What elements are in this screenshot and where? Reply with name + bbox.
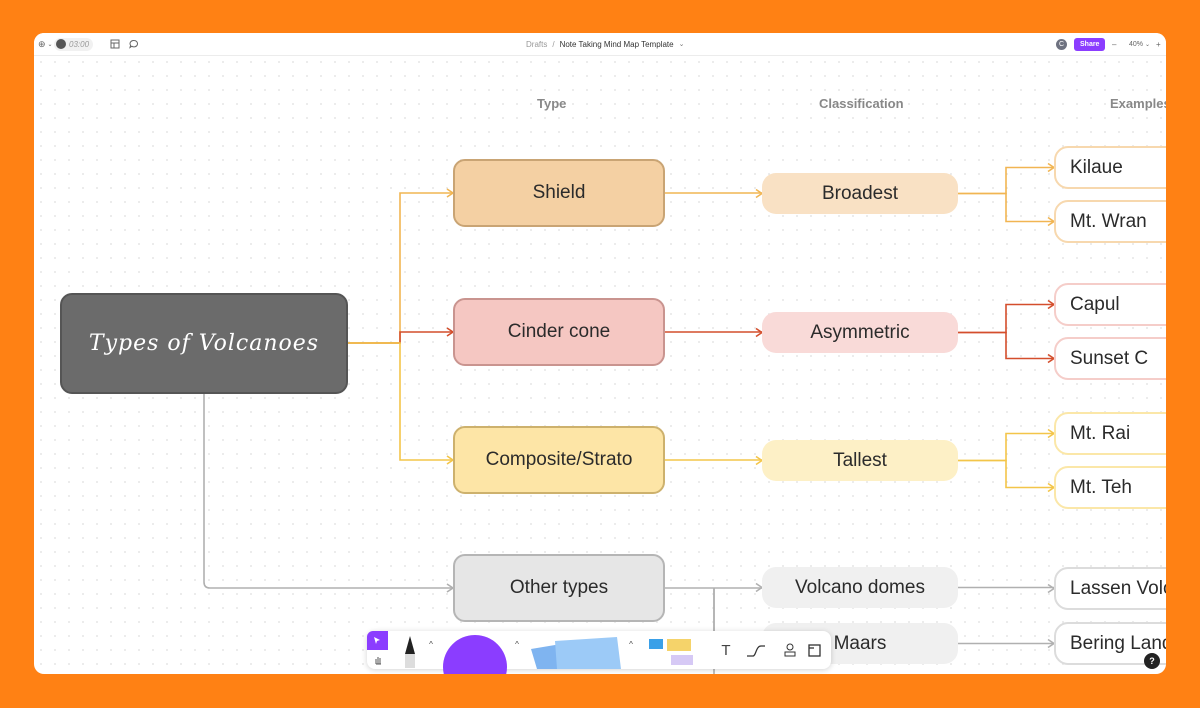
share-button[interactable]: Share [1074,33,1106,55]
help-button[interactable]: ? [1144,653,1160,669]
stamp-tool[interactable] [779,631,801,669]
connector-root-type [348,331,453,344]
connector-root-type [203,394,453,589]
column-header-type: Type [537,96,567,111]
widgets-tool[interactable] [643,635,699,667]
type-node[interactable]: Shield [453,159,665,227]
app-window: ⊕ ⌄ 03:00 Drafts / Note Taking Mind Map … [34,33,1166,674]
doc-title[interactable]: Note Taking Mind Map Template [560,40,674,49]
connector-class-example [958,192,1054,223]
layout-icon[interactable] [110,33,120,55]
connector-tool[interactable] [741,631,773,669]
zoom-in-label: + [1156,39,1161,49]
example-node[interactable]: Mt. Rai [1054,412,1166,455]
breadcrumb-drafts[interactable]: Drafts [526,40,547,49]
example-node[interactable]: Mt. Teh [1054,466,1166,509]
column-header-examples: Examples [1110,96,1166,111]
column-header-classification: Classification [819,96,904,111]
pen-tool[interactable] [399,634,421,668]
zoom-in-button[interactable]: + [1156,33,1161,55]
text-tool-label: T [721,641,731,659]
whiteboard-canvas[interactable]: Type Classification Examples Types of Vo… [34,55,1166,674]
timer-text: 03:00 [69,39,90,49]
chevron-up-icon[interactable]: ^ [427,639,435,649]
top-bar: ⊕ ⌄ 03:00 Drafts / Note Taking Mind Map … [34,33,1166,56]
chevron-down-icon: ⌄ [1145,41,1151,48]
breadcrumb: Drafts / Note Taking Mind Map Template ⌄ [526,33,684,55]
hand-icon [375,656,381,664]
root-node[interactable]: Types of Volcanoes [60,293,348,394]
zoom-out-button[interactable]: – [1112,33,1116,55]
connector-class-example [958,459,1054,489]
connector-class-example [958,432,1054,462]
classification-node[interactable]: Tallest [762,440,958,481]
connector-icon [747,645,765,657]
example-node[interactable]: Kilaue [1054,146,1166,189]
classification-node[interactable]: Broadest [762,173,958,214]
menu-icon: ⊕ [38,38,46,49]
comment-icon[interactable] [129,33,139,55]
text-tool[interactable]: T [711,631,741,669]
classification-node[interactable]: Asymmetric [762,312,958,353]
type-node[interactable]: Cinder cone [453,298,665,366]
section-icon [807,643,821,657]
zoom-level-select[interactable]: 40% ⌄ [1129,33,1150,55]
chevron-down-icon: ⌄ [47,41,53,48]
zoom-level-text: 40% [1129,40,1144,48]
chevron-up-icon[interactable]: ^ [513,639,521,649]
hand-tool[interactable] [367,650,388,669]
section-tool[interactable] [803,631,825,669]
zoom-out-label: – [1112,39,1117,49]
example-node[interactable]: Sunset C [1054,337,1166,380]
avatar-letter: C [1056,38,1067,50]
cursor-icon [374,637,380,644]
shape-tool[interactable] [443,635,507,674]
type-node[interactable]: Other types [453,554,665,622]
avatar-icon [56,39,66,49]
bottom-toolbar: ^ ^ ^ T [367,631,831,674]
type-node[interactable]: Composite/Strato [453,426,665,494]
stamp-icon [784,643,796,657]
timer-pill[interactable]: 03:00 [54,33,94,55]
widgets-icon [649,639,693,665]
pen-icon [405,636,415,668]
connector-class-example [958,303,1054,334]
chevron-up-icon[interactable]: ^ [627,639,635,649]
connector-class-example [958,331,1054,360]
select-tool[interactable] [367,631,388,650]
connector-class-example [958,166,1054,195]
share-label: Share [1074,37,1106,51]
sticky-note-icon [531,637,621,669]
example-node[interactable]: Capul [1054,283,1166,326]
chevron-down-icon[interactable]: ⌄ [679,40,685,48]
classification-node[interactable]: Volcano domes [762,567,958,608]
example-node[interactable]: Mt. Wran [1054,200,1166,243]
circle-shape-icon [443,635,507,674]
example-node[interactable]: Lassen Volc [1054,567,1166,610]
connector-root-type [348,192,453,344]
breadcrumb-separator: / [552,39,555,49]
connector-root-type [348,342,453,461]
help-label: ? [1149,656,1155,666]
user-avatar[interactable]: C [1056,33,1067,55]
main-menu-button[interactable]: ⊕ ⌄ [38,33,53,55]
sticky-notes-tool[interactable] [527,635,621,669]
